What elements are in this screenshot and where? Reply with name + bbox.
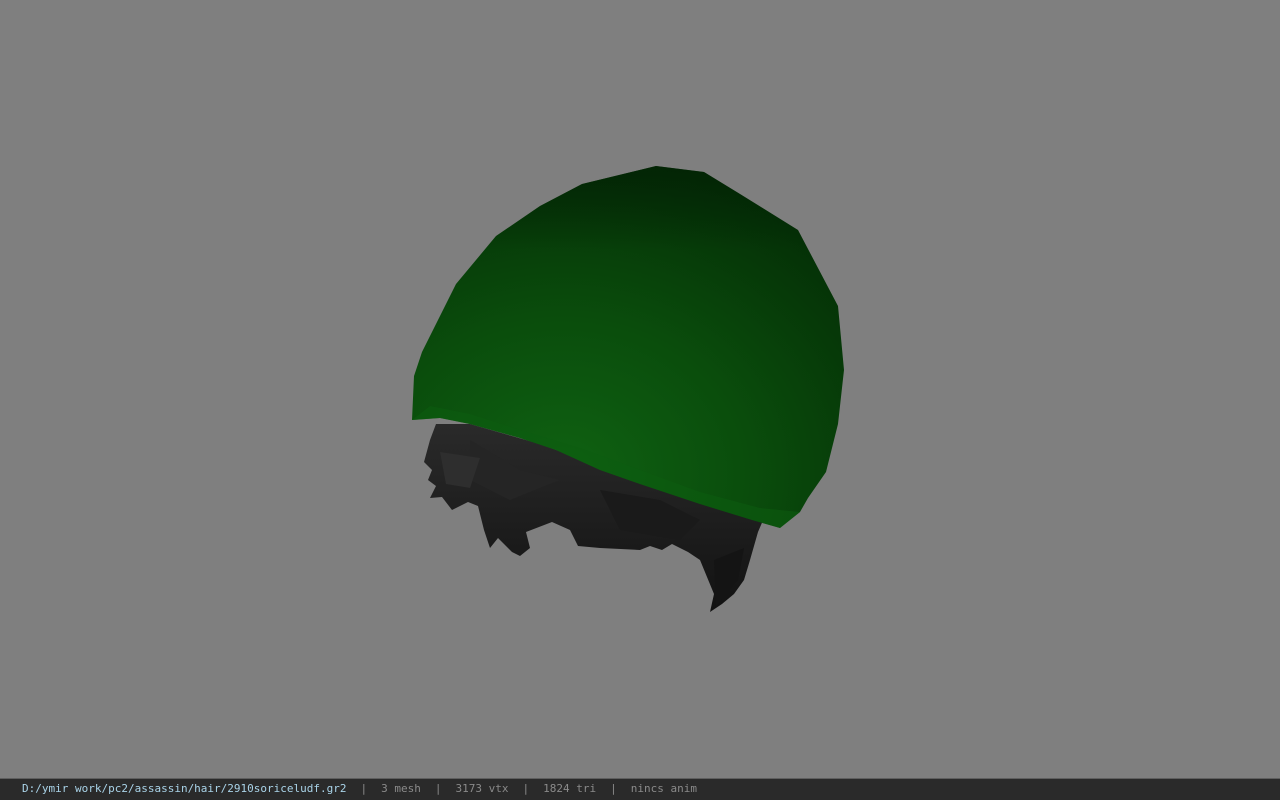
triangle-count: 1824 tri [543,782,597,795]
status-separator: | [610,782,617,795]
status-separator: | [360,782,368,795]
vertex-count: 3173 vtx [455,782,509,795]
status-separator: | [434,782,442,795]
file-path: D:/ymir work/pc2/assassin/hair/2910soric… [22,782,347,795]
mesh-count: 3 mesh [381,782,421,795]
model-render [412,166,844,612]
status-separator: | [522,782,530,795]
status-bar: D:/ymir work/pc2/assassin/hair/2910soric… [0,778,1280,800]
3d-viewport[interactable] [0,0,1280,778]
animation-status: nincs anim [630,782,697,795]
